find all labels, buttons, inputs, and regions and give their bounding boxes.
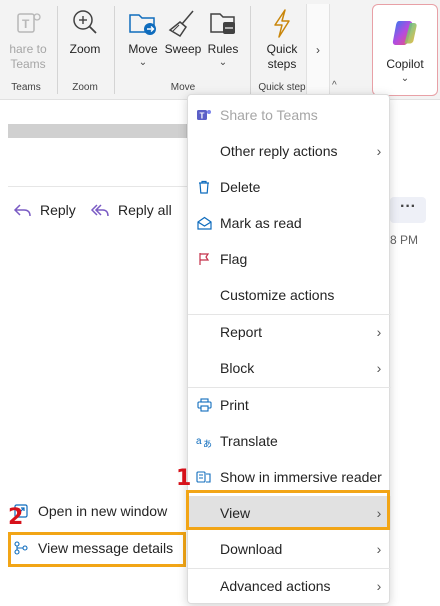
ribbon-scroll-right-button[interactable]: › [306, 4, 330, 96]
ribbon-separator [250, 6, 251, 94]
menu-item-other-reply-actions[interactable]: Other reply actions › [188, 134, 391, 168]
move-group-label: Move [170, 82, 196, 93]
menu-item-flag[interactable]: Flag [188, 242, 391, 276]
sweep-label: Sweep [164, 42, 202, 56]
copilot-label: Copilot [386, 57, 424, 71]
menu-item-label: Block [220, 360, 255, 376]
menu-item-label: Translate [220, 433, 278, 449]
redacted-subject-bar [8, 124, 186, 138]
share-to-teams-button[interactable]: T hare to Teams [2, 8, 54, 72]
highlight-view-message-details [8, 532, 186, 567]
zoom-button[interactable]: Zoom [62, 8, 108, 57]
menu-item-show-in-immersive-reader[interactable]: Show in immersive reader [188, 460, 391, 494]
menu-item-share-to-teams[interactable]: T Share to Teams [188, 98, 391, 132]
ribbon-toolbar: T hare to Teams Teams Zoom Zoom Move ⌄ S… [0, 0, 440, 100]
menu-item-delete[interactable]: Delete [188, 170, 391, 204]
quick-steps-button[interactable]: Quick steps [258, 8, 306, 72]
menu-item-mark-as-read[interactable]: Mark as read [188, 206, 391, 240]
menu-item-label: Mark as read [220, 215, 302, 231]
copilot-icon [392, 21, 417, 45]
reply-all-label: Reply all [118, 202, 172, 218]
svg-text:a: a [196, 436, 202, 447]
share-teams-label-2: Teams [10, 57, 46, 71]
chevron-right-icon: › [376, 324, 382, 340]
menu-item-advanced-actions[interactable]: Advanced actions › [188, 569, 391, 603]
teams-group-label: Teams [11, 82, 41, 93]
reply-all-icon [90, 204, 109, 217]
rules-label: Rules [207, 42, 239, 56]
more-icon: ··· [400, 198, 416, 215]
chevron-right-icon: › [376, 541, 382, 557]
menu-item-label: Share to Teams [220, 107, 318, 123]
zoom-label: Zoom [69, 42, 101, 56]
lightning-icon [274, 9, 290, 38]
menu-item-label: Print [220, 397, 249, 413]
zoom-icon [73, 10, 97, 34]
reply-icon [13, 204, 31, 217]
trash-icon [199, 180, 209, 194]
menu-item-label: Report [220, 324, 263, 340]
more-actions-button[interactable]: ··· [390, 197, 426, 223]
menu-item-label: Flag [220, 251, 248, 267]
svg-text:あ: あ [203, 439, 212, 448]
menu-item-block[interactable]: Block › [188, 351, 391, 385]
quick-steps-label-1: Quick [266, 42, 298, 56]
broom-icon [168, 10, 194, 38]
divider [8, 186, 188, 187]
envelope-open-icon [196, 216, 212, 230]
chevron-down-icon: ⌄ [218, 57, 228, 68]
rules-button[interactable]: Rules ⌄ [204, 8, 242, 69]
svg-text:T: T [200, 112, 205, 121]
copilot-button[interactable]: Copilot ⌄ [372, 4, 438, 96]
ribbon-collapse-button[interactable]: ^ [332, 80, 337, 91]
menu-item-report[interactable]: Report › [188, 315, 391, 349]
menu-item-label: Show in immersive reader [220, 469, 382, 485]
menu-item-label: Other reply actions [220, 143, 338, 159]
teams-icon: T [197, 110, 211, 121]
quick-steps-group-label: Quick step [258, 82, 306, 93]
menu-item-download[interactable]: Download › [188, 532, 391, 566]
chevron-right-icon: › [376, 360, 382, 376]
svg-text:T: T [22, 17, 30, 31]
zoom-group-label: Zoom [72, 82, 98, 93]
menu-item-label: Delete [220, 179, 261, 195]
email-time: 8 PM [390, 233, 419, 247]
ribbon-separator [114, 6, 115, 94]
ribbon-separator [57, 6, 58, 94]
chevron-right-icon: › [376, 578, 382, 594]
reply-all-button[interactable]: Reply all [90, 202, 172, 218]
chevron-down-icon: ⌄ [400, 73, 410, 84]
menu-item-customize-actions[interactable]: Customize actions [188, 278, 391, 312]
open-in-new-window-label: Open in new window [38, 503, 168, 519]
translate-icon: a あ [196, 436, 212, 448]
move-folder-icon [129, 14, 156, 35]
highlight-view-menu-item [186, 490, 390, 530]
teams-icon: T [17, 13, 41, 33]
move-label: Move [128, 42, 158, 56]
immersive-reader-icon [196, 471, 211, 483]
open-in-new-window-item[interactable]: Open in new window [14, 503, 167, 519]
menu-item-label: Download [220, 541, 283, 557]
rules-icon [210, 13, 235, 34]
reply-label: Reply [40, 202, 76, 218]
printer-icon [196, 398, 212, 412]
step-marker-1: 1 [176, 466, 192, 491]
chevron-right-icon: › [316, 43, 320, 57]
menu-item-translate[interactable]: a あ Translate [188, 424, 391, 458]
reply-button[interactable]: Reply [12, 202, 76, 218]
menu-item-label: Advanced actions [220, 578, 331, 594]
menu-item-print[interactable]: Print [188, 388, 391, 422]
move-button[interactable]: Move ⌄ [124, 8, 162, 69]
flag-icon [199, 253, 210, 265]
chevron-up-icon: ^ [332, 80, 337, 91]
share-teams-label-1: hare to [9, 42, 47, 56]
chevron-right-icon: › [376, 143, 382, 159]
menu-item-label: Customize actions [220, 287, 335, 303]
sweep-button[interactable]: Sweep [163, 8, 203, 57]
quick-steps-label-2: steps [267, 57, 297, 71]
step-marker-2: 2 [8, 505, 24, 530]
chevron-down-icon: ⌄ [138, 57, 148, 68]
